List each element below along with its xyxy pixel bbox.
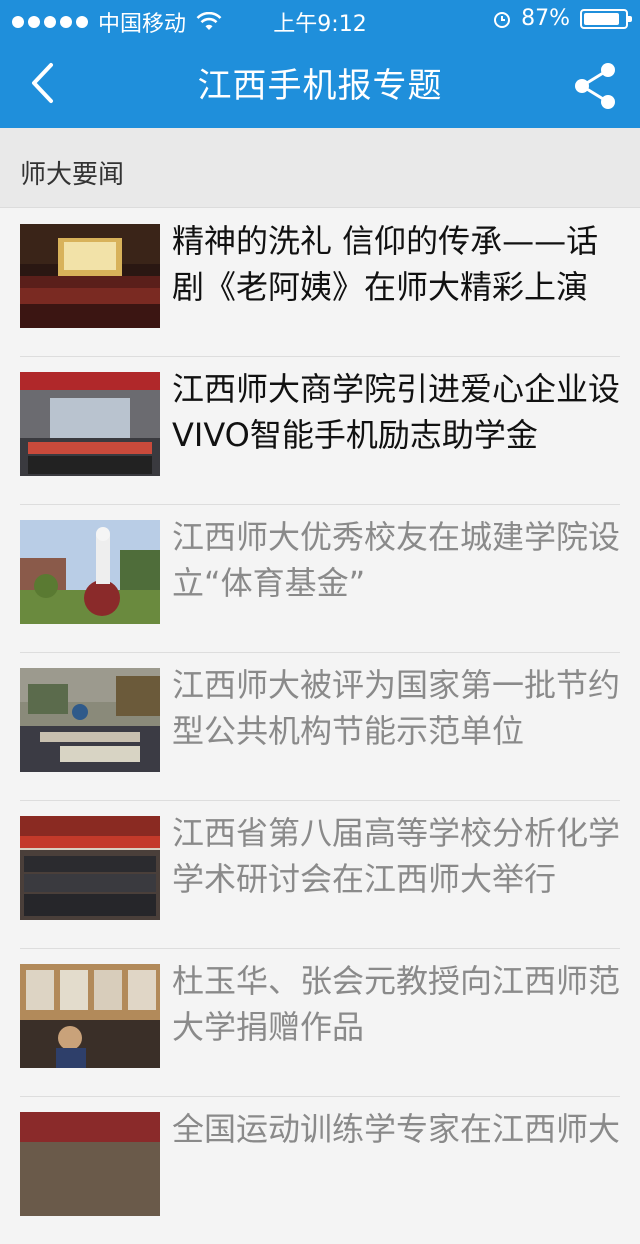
- article-title: 杜玉华、张会元教授向江西师范大学捐赠作品: [172, 962, 620, 1046]
- alarm-icon: [494, 11, 511, 28]
- header-bar: 中国移动 上午9:12 87% 江西手机报专题: [0, 0, 640, 128]
- article-thumbnail: [20, 668, 160, 772]
- article-thumbnail: [20, 1112, 160, 1216]
- article-thumbnail: [20, 816, 160, 920]
- battery-percent: 87%: [521, 6, 570, 31]
- navigation-bar: 江西手机报专题: [0, 40, 640, 128]
- article-title: 江西师大商学院引进爱心企业设VIVO智能手机励志助学金: [172, 370, 620, 454]
- share-button[interactable]: [572, 60, 618, 110]
- page-title: 江西手机报专题: [197, 66, 443, 106]
- article-item[interactable]: 江西师大优秀校友在城建学院设立“体育基金”: [0, 504, 640, 652]
- article-thumbnail: [20, 372, 160, 476]
- article-list: 精神的洗礼 信仰的传承——话剧《老阿姨》在师大精彩上演 江西师大商学院引进爱心企…: [0, 208, 640, 1244]
- section-header: 师大要闻: [0, 128, 640, 208]
- article-thumbnail: [20, 520, 160, 624]
- article-title: 江西师大优秀校友在城建学院设立“体育基金”: [172, 518, 620, 602]
- article-item[interactable]: 江西师大被评为国家第一批节约型公共机构节能示范单位: [0, 652, 640, 800]
- article-item[interactable]: 精神的洗礼 信仰的传承——话剧《老阿姨》在师大精彩上演: [0, 208, 640, 356]
- share-icon: [575, 63, 615, 109]
- article-title: 江西师大被评为国家第一批节约型公共机构节能示范单位: [172, 666, 620, 750]
- article-title: 精神的洗礼 信仰的传承——话剧《老阿姨》在师大精彩上演: [172, 222, 599, 306]
- article-item[interactable]: 江西省第八届高等学校分析化学学术研讨会在江西师大举行: [0, 800, 640, 948]
- battery-icon: [580, 8, 632, 29]
- article-thumbnail: [20, 964, 160, 1068]
- article-item[interactable]: 江西师大商学院引进爱心企业设VIVO智能手机励志助学金: [0, 356, 640, 504]
- status-bar: 中国移动 上午9:12 87%: [0, 0, 640, 40]
- article-item[interactable]: 杜玉华、张会元教授向江西师范大学捐赠作品: [0, 948, 640, 1096]
- section-title: 师大要闻: [20, 160, 125, 190]
- article-title: 江西省第八届高等学校分析化学学术研讨会在江西师大举行: [172, 814, 620, 898]
- article-item[interactable]: 全国运动训练学专家在江西师大: [0, 1096, 640, 1244]
- article-title: 全国运动训练学专家在江西师大: [172, 1110, 620, 1148]
- article-thumbnail: [20, 224, 160, 328]
